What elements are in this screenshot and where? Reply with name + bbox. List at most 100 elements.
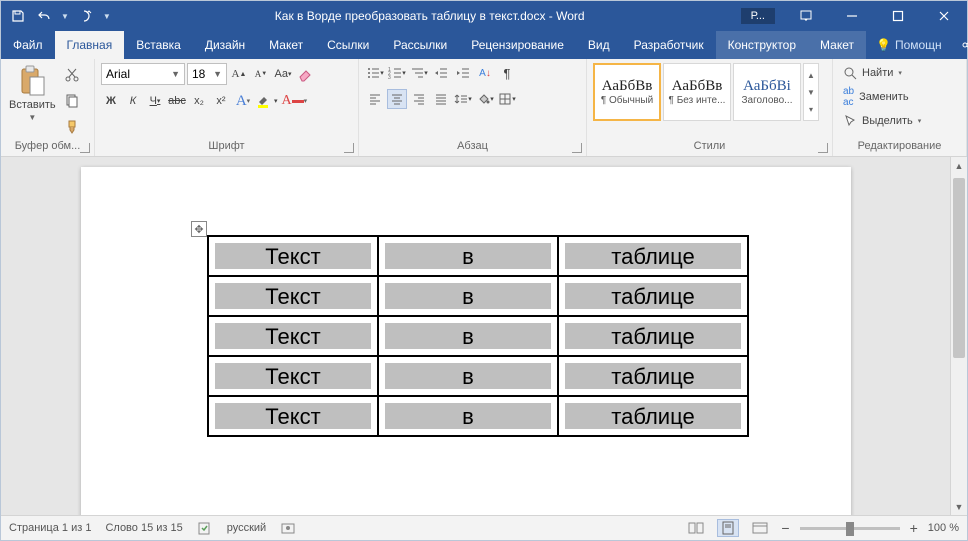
line-spacing-button[interactable]: ▾: [453, 89, 473, 109]
bold-button[interactable]: Ж: [101, 91, 121, 111]
maximize-button[interactable]: [875, 1, 921, 31]
scroll-thumb[interactable]: [953, 178, 965, 358]
subscript-button[interactable]: x₂: [189, 91, 209, 111]
document-table[interactable]: ТекствтаблицеТекствтаблицеТекствтаблицеТ…: [207, 235, 749, 437]
tab-view[interactable]: Вид: [576, 31, 622, 59]
share-button[interactable]: [952, 37, 968, 53]
tab-developer[interactable]: Разработчик: [622, 31, 716, 59]
tab-layout[interactable]: Макет: [257, 31, 315, 59]
vertical-scrollbar[interactable]: ▲ ▼: [950, 157, 967, 515]
bullets-button[interactable]: ▾: [365, 63, 385, 83]
save-button[interactable]: [9, 7, 27, 25]
scroll-up-button[interactable]: ▲: [951, 157, 967, 174]
tab-references[interactable]: Ссылки: [315, 31, 381, 59]
multilevel-list-button[interactable]: ▾: [409, 63, 429, 83]
table-row[interactable]: Текствтаблице: [208, 236, 748, 276]
strikethrough-button[interactable]: abc: [167, 91, 187, 111]
align-center-button[interactable]: [387, 89, 407, 109]
borders-button[interactable]: ▾: [497, 89, 517, 109]
tell-me-search[interactable]: 💡 Помощн: [866, 38, 952, 52]
show-marks-button[interactable]: ¶: [497, 63, 517, 83]
user-badge[interactable]: Р...: [741, 8, 775, 24]
status-word-count[interactable]: Слово 15 из 15: [105, 522, 182, 534]
clipboard-dialog-launcher[interactable]: [80, 143, 90, 153]
superscript-button[interactable]: x²: [211, 91, 231, 111]
tab-table-design[interactable]: Конструктор: [716, 31, 808, 59]
minimize-button[interactable]: [829, 1, 875, 31]
table-cell[interactable]: таблице: [558, 276, 748, 316]
style-gallery-more[interactable]: ▲▼▾: [803, 63, 819, 121]
underline-button[interactable]: Ч▾: [145, 91, 165, 111]
zoom-in-button[interactable]: +: [910, 520, 918, 536]
tab-insert[interactable]: Вставка: [124, 31, 193, 59]
clear-formatting-button[interactable]: [295, 64, 315, 84]
shading-button[interactable]: ▾: [475, 89, 495, 109]
font-color-button[interactable]: A▾: [281, 91, 309, 111]
font-name-combo[interactable]: Arial▼: [101, 63, 185, 85]
zoom-value[interactable]: 100 %: [928, 522, 959, 534]
sort-button[interactable]: A↓: [475, 63, 495, 83]
zoom-slider[interactable]: [800, 527, 900, 530]
spellcheck-icon[interactable]: [197, 520, 213, 536]
font-dialog-launcher[interactable]: [344, 143, 354, 153]
replace-button[interactable]: abac Заменить: [839, 87, 925, 107]
zoom-slider-handle[interactable]: [846, 522, 854, 536]
table-cell[interactable]: в: [378, 356, 558, 396]
select-button[interactable]: Выделить▾: [839, 111, 925, 131]
tab-file[interactable]: Файл: [1, 31, 55, 59]
tab-design[interactable]: Дизайн: [193, 31, 257, 59]
view-read-button[interactable]: [685, 519, 707, 537]
view-print-button[interactable]: [717, 519, 739, 537]
document-area[interactable]: ✥ ТекствтаблицеТекствтаблицеТекствтаблиц…: [1, 157, 967, 515]
table-cell[interactable]: таблице: [558, 396, 748, 436]
align-right-button[interactable]: [409, 89, 429, 109]
table-cell[interactable]: таблице: [558, 236, 748, 276]
tab-review[interactable]: Рецензирование: [459, 31, 576, 59]
table-cell[interactable]: Текст: [208, 396, 378, 436]
table-cell[interactable]: Текст: [208, 236, 378, 276]
table-row[interactable]: Текствтаблице: [208, 356, 748, 396]
table-move-handle[interactable]: ✥: [191, 221, 207, 237]
redo-button[interactable]: [77, 7, 95, 25]
table-cell[interactable]: Текст: [208, 316, 378, 356]
style-normal[interactable]: АаБбВв ¶ Обычный: [593, 63, 661, 121]
qat-customize-icon[interactable]: ▼: [103, 12, 111, 21]
text-effects-button[interactable]: A▾: [233, 91, 253, 111]
decrease-indent-button[interactable]: [431, 63, 451, 83]
ribbon-options-button[interactable]: [783, 1, 829, 31]
table-cell[interactable]: в: [378, 276, 558, 316]
cut-button[interactable]: [62, 65, 82, 85]
shrink-font-button[interactable]: A▼: [251, 64, 271, 84]
font-size-combo[interactable]: 18▼: [187, 63, 227, 85]
tab-mailings[interactable]: Рассылки: [381, 31, 459, 59]
tab-table-layout[interactable]: Макет: [808, 31, 866, 59]
view-web-button[interactable]: [749, 519, 771, 537]
increase-indent-button[interactable]: [453, 63, 473, 83]
paste-button[interactable]: Вставить ▼: [7, 63, 58, 124]
zoom-out-button[interactable]: −: [781, 520, 789, 536]
copy-button[interactable]: [62, 91, 82, 111]
status-language[interactable]: русский: [227, 522, 266, 534]
highlight-button[interactable]: ▾: [255, 91, 279, 111]
table-cell[interactable]: в: [378, 316, 558, 356]
numbering-button[interactable]: 123▾: [387, 63, 407, 83]
table-row[interactable]: Текствтаблице: [208, 316, 748, 356]
change-case-button[interactable]: Aa▾: [273, 64, 293, 84]
table-cell[interactable]: таблице: [558, 356, 748, 396]
status-page[interactable]: Страница 1 из 1: [9, 522, 91, 534]
align-left-button[interactable]: [365, 89, 385, 109]
format-painter-button[interactable]: [62, 117, 82, 137]
table-cell[interactable]: таблице: [558, 316, 748, 356]
styles-dialog-launcher[interactable]: [818, 143, 828, 153]
table-cell[interactable]: Текст: [208, 276, 378, 316]
undo-dropdown-icon[interactable]: ▼: [61, 12, 69, 21]
table-row[interactable]: Текствтаблице: [208, 276, 748, 316]
table-cell[interactable]: в: [378, 236, 558, 276]
italic-button[interactable]: К: [123, 91, 143, 111]
grow-font-button[interactable]: A▲: [229, 64, 249, 84]
table-row[interactable]: Текствтаблице: [208, 396, 748, 436]
tab-home[interactable]: Главная: [55, 31, 125, 59]
undo-button[interactable]: [35, 7, 53, 25]
close-button[interactable]: [921, 1, 967, 31]
find-button[interactable]: Найти▾: [839, 63, 925, 83]
